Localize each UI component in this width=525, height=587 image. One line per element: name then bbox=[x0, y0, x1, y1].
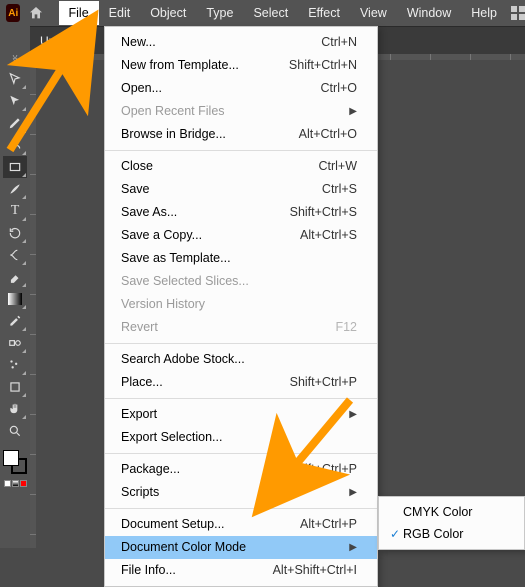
workspace-switcher-icon[interactable] bbox=[511, 6, 525, 20]
panel-handle[interactable] bbox=[0, 54, 30, 62]
file-menu-dropdown: New...Ctrl+NNew from Template...Shift+Ct… bbox=[104, 26, 378, 587]
tool-eyedropper[interactable] bbox=[3, 310, 27, 332]
menu-item-browse-in-bridge[interactable]: Browse in Bridge...Alt+Ctrl+O bbox=[105, 123, 377, 146]
tool-paintbrush[interactable] bbox=[3, 178, 27, 200]
menu-item-scripts[interactable]: Scripts▶ bbox=[105, 481, 377, 504]
tool-rotate[interactable] bbox=[3, 222, 27, 244]
menu-item-revert: RevertF12 bbox=[105, 316, 377, 339]
menu-item-close[interactable]: CloseCtrl+W bbox=[105, 155, 377, 178]
menu-separator bbox=[105, 398, 377, 399]
menu-separator bbox=[105, 343, 377, 344]
tool-eraser[interactable] bbox=[3, 266, 27, 288]
menu-item-file-info[interactable]: File Info...Alt+Shift+Ctrl+I bbox=[105, 559, 377, 582]
menu-item-document-setup[interactable]: Document Setup...Alt+Ctrl+P bbox=[105, 513, 377, 536]
menu-edit[interactable]: Edit bbox=[99, 1, 141, 25]
menu-item-save[interactable]: SaveCtrl+S bbox=[105, 178, 377, 201]
menu-separator bbox=[105, 508, 377, 509]
fill-stroke-swatch[interactable] bbox=[3, 450, 27, 474]
menu-window[interactable]: Window bbox=[397, 1, 461, 25]
home-icon[interactable] bbox=[28, 3, 44, 23]
menu-item-save-as-template[interactable]: Save as Template... bbox=[105, 247, 377, 270]
menu-item-save-as[interactable]: Save As...Shift+Ctrl+S bbox=[105, 201, 377, 224]
menu-item-place[interactable]: Place...Shift+Ctrl+P bbox=[105, 371, 377, 394]
menu-type[interactable]: Type bbox=[196, 1, 243, 25]
menu-view[interactable]: View bbox=[350, 1, 397, 25]
menu-item-open[interactable]: Open...Ctrl+O bbox=[105, 77, 377, 100]
menu-item-save-a-copy[interactable]: Save a Copy...Alt+Ctrl+S bbox=[105, 224, 377, 247]
tool-pen[interactable] bbox=[3, 112, 27, 134]
color-mode-cmyk-color[interactable]: CMYK Color bbox=[379, 501, 524, 523]
tool-hand[interactable] bbox=[3, 398, 27, 420]
ruler-vertical bbox=[30, 54, 36, 548]
tool-symbol-sprayer[interactable] bbox=[3, 354, 27, 376]
tool-selection[interactable] bbox=[3, 68, 27, 90]
tool-type[interactable]: T bbox=[3, 200, 27, 222]
menu-separator bbox=[105, 150, 377, 151]
menu-item-save-selected-slices: Save Selected Slices... bbox=[105, 270, 377, 293]
menu-select[interactable]: Select bbox=[243, 1, 298, 25]
app-logo: Ai bbox=[6, 4, 20, 22]
color-mode-rgb-color[interactable]: ✓RGB Color bbox=[379, 523, 524, 545]
menu-item-export-selection[interactable]: Export Selection... bbox=[105, 426, 377, 449]
menu-object[interactable]: Object bbox=[140, 1, 196, 25]
menu-help[interactable]: Help bbox=[461, 1, 507, 25]
check-icon: ✓ bbox=[387, 527, 403, 541]
document-color-mode-submenu: CMYK Color✓RGB Color bbox=[378, 496, 525, 550]
tool-curvature[interactable] bbox=[3, 134, 27, 156]
menu-item-new[interactable]: New...Ctrl+N bbox=[105, 31, 377, 54]
menu-file[interactable]: File bbox=[59, 1, 99, 25]
draw-mode-icons[interactable] bbox=[4, 480, 27, 487]
document-tab[interactable]: Un bbox=[40, 34, 55, 48]
submenu-arrow-icon: ▶ bbox=[339, 103, 357, 120]
menu-item-package[interactable]: Package...Alt+Shift+Ctrl+P bbox=[105, 458, 377, 481]
menu-item-new-from-template[interactable]: New from Template...Shift+Ctrl+N bbox=[105, 54, 377, 77]
tools-panel: T bbox=[0, 26, 30, 548]
menu-item-version-history: Version History bbox=[105, 293, 377, 316]
menubar: Ai File Edit Object Type Select Effect V… bbox=[0, 0, 525, 26]
menu-item-search-adobe-stock[interactable]: Search Adobe Stock... bbox=[105, 348, 377, 371]
submenu-arrow-icon: ▶ bbox=[339, 406, 357, 423]
tool-scissors[interactable] bbox=[3, 244, 27, 266]
tool-direct-selection[interactable] bbox=[3, 90, 27, 112]
menu-separator bbox=[105, 453, 377, 454]
menu-effect[interactable]: Effect bbox=[298, 1, 350, 25]
tool-zoom[interactable] bbox=[3, 420, 27, 442]
tool-blend[interactable] bbox=[3, 332, 27, 354]
menu-item-open-recent-files: Open Recent Files▶ bbox=[105, 100, 377, 123]
tool-artboard[interactable] bbox=[3, 376, 27, 398]
menu-item-export[interactable]: Export▶ bbox=[105, 403, 377, 426]
tool-gradient[interactable] bbox=[3, 288, 27, 310]
tool-rectangle[interactable] bbox=[3, 156, 27, 178]
submenu-arrow-icon: ▶ bbox=[339, 484, 357, 501]
